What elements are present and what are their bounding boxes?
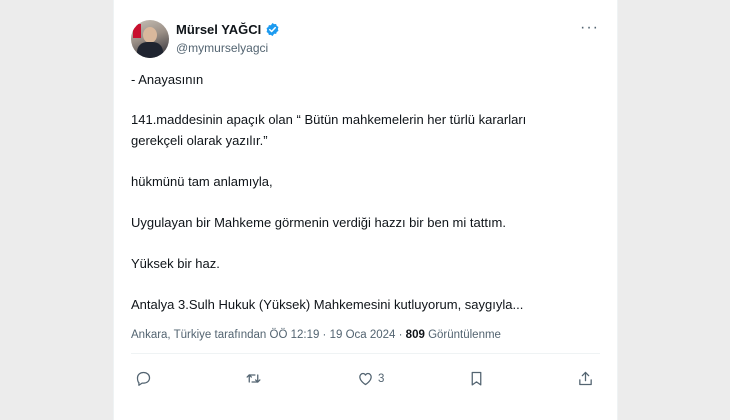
avatar-face (143, 27, 157, 43)
divider (131, 353, 600, 354)
tweet-actions: 3 (131, 370, 600, 392)
tweet-line-4: hükmünü tam anlamıyla, (131, 174, 273, 189)
reply-icon (136, 371, 151, 386)
views-count: 809 (405, 329, 425, 341)
tweet-line-7: Antalya 3.Sulh Hukuk (Yüksek) Mahkemesin… (131, 297, 524, 312)
bookmark-button[interactable] (468, 370, 485, 387)
reply-button[interactable] (135, 370, 152, 387)
like-button[interactable]: 3 (357, 370, 384, 387)
views-label: Görüntülenme (428, 329, 501, 341)
verified-badge-icon (266, 22, 279, 37)
tweet-line-2: 141.maddesinin apaçık olan “ Bütün mahke… (131, 112, 527, 127)
tweet-line-1: - Anayasının (131, 72, 204, 87)
like-count: 3 (378, 372, 385, 385)
share-icon (579, 371, 592, 386)
share-button[interactable] (577, 370, 594, 387)
repost-button[interactable] (245, 370, 262, 387)
tweet-location-time[interactable]: Ankara, Türkiye tarafından ÖÖ 12:19 · 19… (131, 329, 402, 341)
tweet-line-6: Yüksek bir haz. (131, 256, 220, 271)
tweet-line-3: gerekçeli olarak yazılır.” (131, 133, 268, 148)
author-name-row: Mürsel YAĞCI (176, 22, 280, 37)
author-name[interactable]: Mürsel YAĞCI (176, 22, 261, 37)
tweet-line-5: Uygulayan bir Mahkeme görmenin verdiği h… (131, 215, 506, 230)
avatar-suit (137, 42, 163, 58)
author-handle[interactable]: @mymurselyagci (176, 41, 268, 55)
heart-icon (359, 372, 372, 386)
flag-shape (133, 24, 141, 38)
bookmark-icon (471, 371, 482, 386)
repost-icon (246, 374, 261, 383)
tweet-meta: Ankara, Türkiye tarafından ÖÖ 12:19 · 19… (131, 329, 501, 341)
more-options-icon[interactable]: ··· (580, 20, 599, 36)
tweet-card: Mürsel YAĞCI @mymurselyagci ··· - Anayas… (113, 0, 618, 420)
author-avatar[interactable] (131, 20, 169, 58)
